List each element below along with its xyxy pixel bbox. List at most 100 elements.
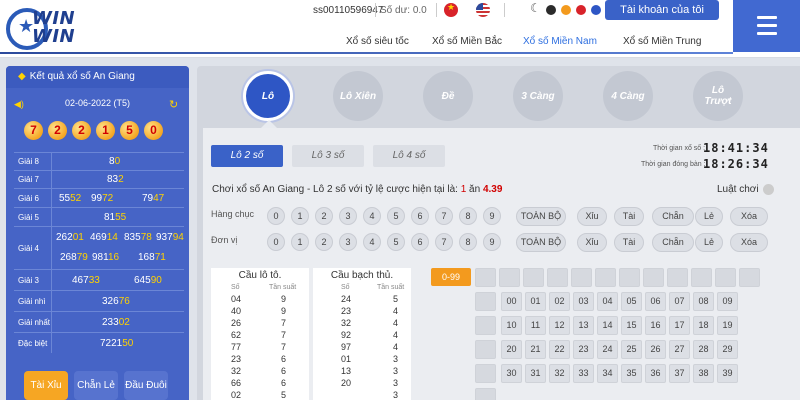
chan-button[interactable]: Chẵn — [652, 207, 694, 226]
range-0-99-button[interactable]: 0-99 — [431, 268, 471, 286]
number-cell-29[interactable]: 29 — [717, 340, 738, 359]
rules-link[interactable]: Luật chơi — [717, 184, 774, 195]
digit-units-2[interactable]: 2 — [315, 233, 333, 251]
category-4-cang[interactable]: 4 Càng — [603, 71, 653, 121]
number-cell-23[interactable]: 23 — [573, 340, 594, 359]
xiu-button[interactable]: Xỉu — [577, 207, 607, 226]
number-cell-05[interactable]: 05 — [621, 292, 642, 311]
number-cell-22[interactable]: 22 — [549, 340, 570, 359]
digit-units-6[interactable]: 6 — [411, 233, 429, 251]
number-cell-37[interactable]: 37 — [669, 364, 690, 383]
category-lo[interactable]: Lô — [243, 71, 293, 121]
number-cell-39[interactable]: 39 — [717, 364, 738, 383]
number-cell-09[interactable]: 09 — [717, 292, 738, 311]
category-3-cang[interactable]: 3 Càng — [513, 71, 563, 121]
number-cell-21[interactable]: 21 — [525, 340, 546, 359]
tai-button[interactable]: Tài — [614, 207, 644, 226]
digit-tens-5[interactable]: 5 — [387, 207, 405, 225]
number-cell-32[interactable]: 32 — [549, 364, 570, 383]
number-cell-10[interactable]: 10 — [501, 316, 522, 335]
number-cell-26[interactable]: 26 — [645, 340, 666, 359]
digit-tens-0[interactable]: 0 — [267, 207, 285, 225]
number-cell-30[interactable]: 30 — [501, 364, 522, 383]
tai-xiu-button[interactable]: Tài Xỉu — [24, 371, 68, 400]
digit-tens-1[interactable]: 1 — [291, 207, 309, 225]
number-cell-03[interactable]: 03 — [573, 292, 594, 311]
digit-units-5[interactable]: 5 — [387, 233, 405, 251]
digit-units-0[interactable]: 0 — [267, 233, 285, 251]
le-button[interactable]: Lẻ — [695, 207, 723, 226]
chan-le-button[interactable]: Chẵn Lẻ — [74, 371, 118, 400]
number-cell-11[interactable]: 11 — [525, 316, 546, 335]
number-cell-27[interactable]: 27 — [669, 340, 690, 359]
number-cell-16[interactable]: 16 — [645, 316, 666, 335]
xoa-button[interactable]: Xóa — [730, 207, 768, 226]
theme-dot-orange[interactable] — [561, 5, 571, 15]
us-flag-icon[interactable] — [476, 3, 490, 17]
dau-duoi-button[interactable]: Đầu Đuôi — [124, 371, 168, 400]
toan-bo-button[interactable]: TOÀN BỘ — [516, 207, 566, 226]
number-cell-14[interactable]: 14 — [597, 316, 618, 335]
number-cell-18[interactable]: 18 — [693, 316, 714, 335]
number-cell-04[interactable]: 04 — [597, 292, 618, 311]
category-lo-truot[interactable]: Lô Trượt — [693, 71, 743, 121]
number-cell-36[interactable]: 36 — [645, 364, 666, 383]
nav-xo-so-mien-trung[interactable]: Xổ số Miền Trung — [623, 36, 701, 47]
digit-tens-2[interactable]: 2 — [315, 207, 333, 225]
number-cell-06[interactable]: 06 — [645, 292, 666, 311]
digit-units-4[interactable]: 4 — [363, 233, 381, 251]
category-de[interactable]: Đề — [423, 71, 473, 121]
my-account-button[interactable]: Tài khoản của tôi — [605, 0, 719, 20]
tab-lo-4-so[interactable]: Lô 4 số — [373, 145, 445, 167]
xiu-button[interactable]: Xỉu — [577, 233, 607, 252]
number-cell-31[interactable]: 31 — [525, 364, 546, 383]
digit-units-7[interactable]: 7 — [435, 233, 453, 251]
number-cell-19[interactable]: 19 — [717, 316, 738, 335]
number-cell-02[interactable]: 02 — [549, 292, 570, 311]
theme-dot-red[interactable] — [576, 5, 586, 15]
number-cell-13[interactable]: 13 — [573, 316, 594, 335]
number-cell-38[interactable]: 38 — [693, 364, 714, 383]
le-button[interactable]: Lẻ — [695, 233, 723, 252]
moon-icon[interactable]: ☾ — [530, 1, 541, 15]
number-cell-12[interactable]: 12 — [549, 316, 570, 335]
toan-bo-button[interactable]: TOÀN BỘ — [516, 233, 566, 252]
nav-xo-so-mien-bac[interactable]: Xổ số Miền Bắc — [432, 36, 502, 47]
vietnam-flag-icon[interactable] — [444, 2, 458, 17]
result-date[interactable]: 02-06-2022 (T5) — [6, 98, 189, 108]
digit-tens-4[interactable]: 4 — [363, 207, 381, 225]
number-cell-00[interactable]: 00 — [501, 292, 522, 311]
category-lo-xien[interactable]: Lô Xiên — [333, 71, 383, 121]
theme-dot-black[interactable] — [546, 5, 556, 15]
number-cell-24[interactable]: 24 — [597, 340, 618, 359]
refresh-icon[interactable]: ↻ — [169, 98, 178, 111]
theme-dot-blue[interactable] — [591, 5, 601, 15]
digit-tens-3[interactable]: 3 — [339, 207, 357, 225]
digit-units-1[interactable]: 1 — [291, 233, 309, 251]
number-cell-33[interactable]: 33 — [573, 364, 594, 383]
logo[interactable]: ★ WIN WIN — [6, 6, 126, 52]
nav-xo-so-sieu-toc[interactable]: Xổ số siêu tốc — [346, 36, 409, 47]
digit-tens-9[interactable]: 9 — [483, 207, 501, 225]
digit-units-9[interactable]: 9 — [483, 233, 501, 251]
digit-units-3[interactable]: 3 — [339, 233, 357, 251]
digit-tens-6[interactable]: 6 — [411, 207, 429, 225]
xoa-button[interactable]: Xóa — [730, 233, 768, 252]
number-cell-08[interactable]: 08 — [693, 292, 714, 311]
number-cell-25[interactable]: 25 — [621, 340, 642, 359]
number-cell-07[interactable]: 07 — [669, 292, 690, 311]
menu-button[interactable] — [733, 0, 800, 52]
number-cell-28[interactable]: 28 — [693, 340, 714, 359]
chan-button[interactable]: Chẵn — [652, 233, 694, 252]
digit-tens-8[interactable]: 8 — [459, 207, 477, 225]
number-cell-20[interactable]: 20 — [501, 340, 522, 359]
tai-button[interactable]: Tài — [614, 233, 644, 252]
number-cell-15[interactable]: 15 — [621, 316, 642, 335]
digit-units-8[interactable]: 8 — [459, 233, 477, 251]
number-cell-01[interactable]: 01 — [525, 292, 546, 311]
number-cell-34[interactable]: 34 — [597, 364, 618, 383]
nav-xo-so-mien-nam[interactable]: Xổ số Miền Nam — [523, 36, 597, 47]
tab-lo-3-so[interactable]: Lô 3 số — [292, 145, 364, 167]
digit-tens-7[interactable]: 7 — [435, 207, 453, 225]
tab-lo-2-so[interactable]: Lô 2 số — [211, 145, 283, 167]
